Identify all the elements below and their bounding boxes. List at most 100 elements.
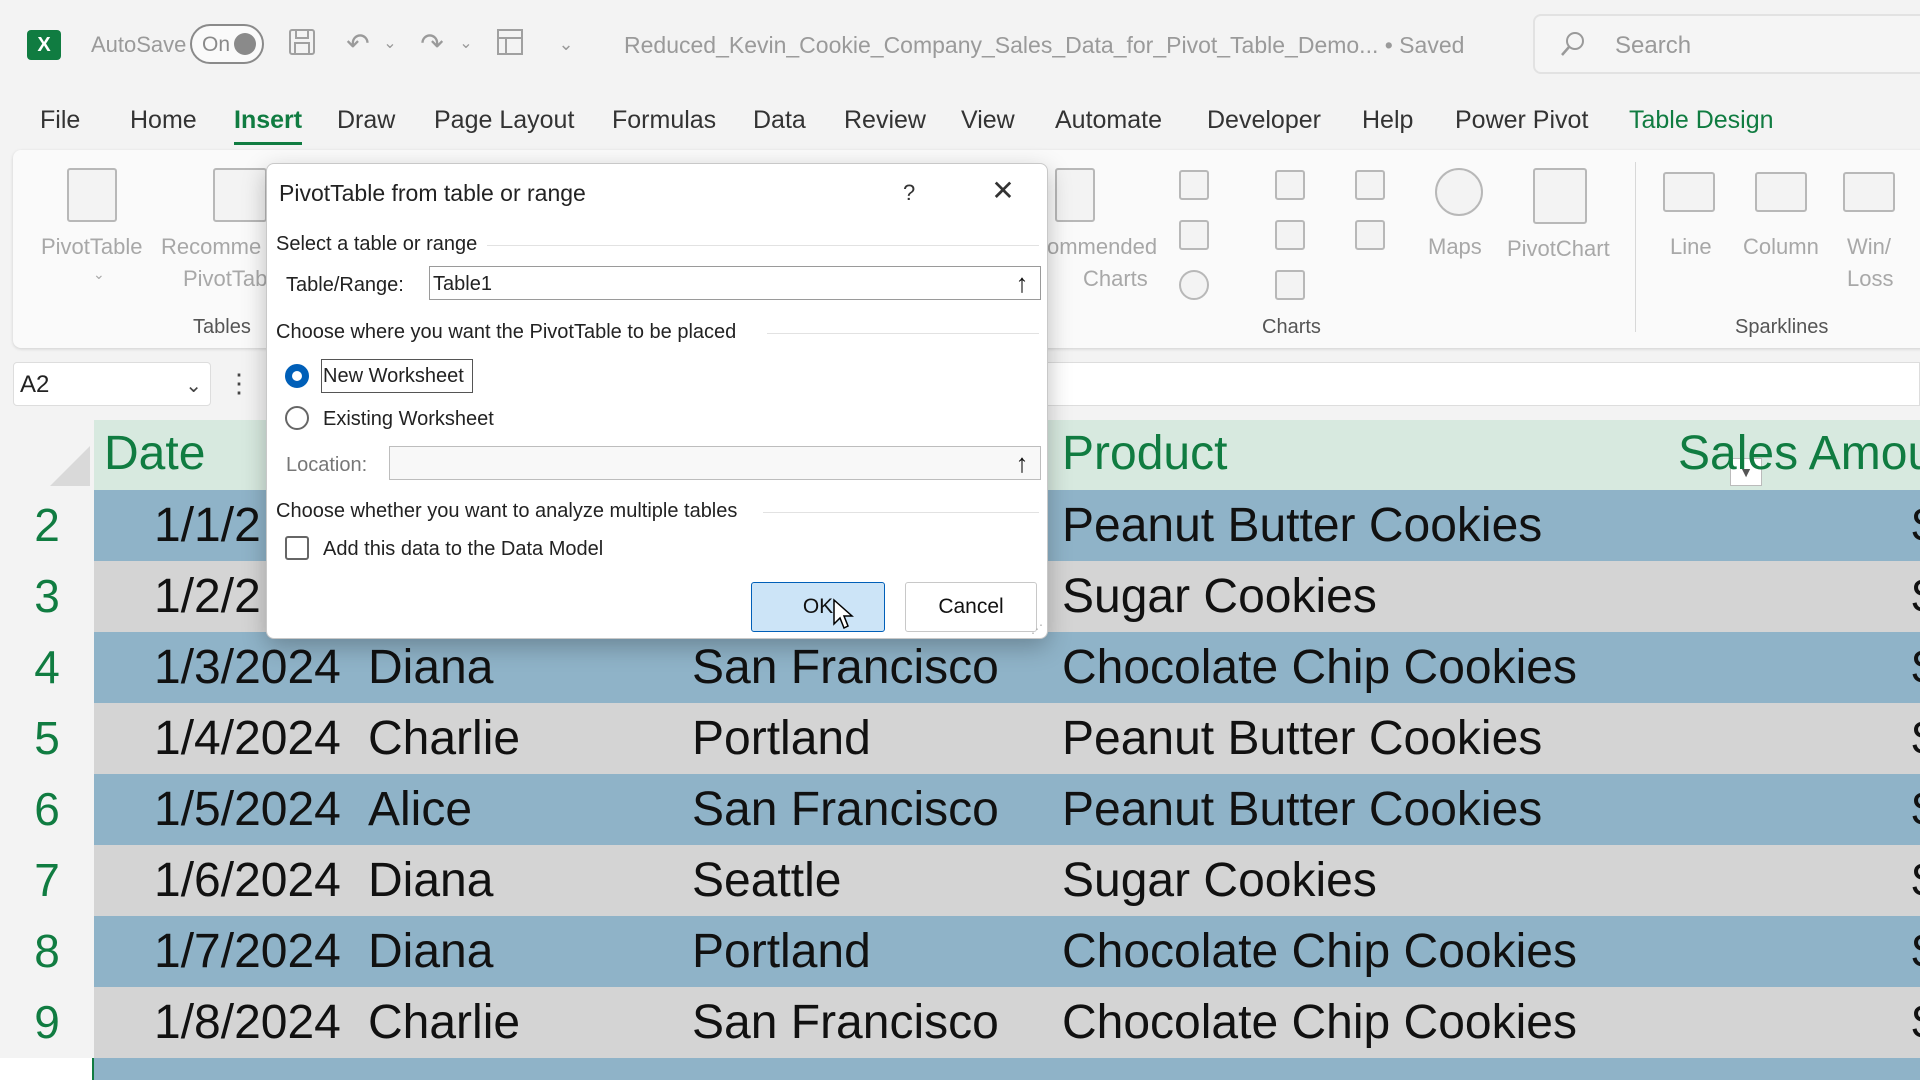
cell-product[interactable]: Peanut Butter Cookies (1062, 782, 1542, 837)
recommended-pivottables-label-2[interactable]: PivotTab (183, 266, 267, 292)
cell-city[interactable]: San Francisco (692, 640, 999, 695)
existing-worksheet-radio[interactable] (285, 406, 309, 430)
cell-name[interactable]: Diana (368, 640, 493, 695)
table-row[interactable]: 1/8/2024 Charlie San Francisco Chocolate… (94, 987, 1920, 1058)
pivottable-dropdown-icon[interactable]: ⌄ (93, 266, 105, 283)
form-icon[interactable] (492, 26, 528, 62)
header-product[interactable]: Product (1062, 426, 1227, 481)
customize-qat-icon[interactable]: ⌄ (548, 26, 584, 62)
cell-date[interactable]: 1/6/2024 (154, 853, 341, 908)
pivotchart-button[interactable]: PivotChart (1507, 236, 1610, 262)
data-model-label[interactable]: Add this data to the Data Model (323, 538, 603, 561)
table-row[interactable]: 1/5/2024 Alice San Francisco Peanut Butt… (94, 774, 1920, 845)
tab-view[interactable]: View (961, 106, 1015, 135)
row-header[interactable]: 9 (0, 987, 94, 1058)
pie-chart-icon[interactable] (1179, 270, 1209, 300)
ok-button[interactable]: OK (751, 582, 885, 632)
cell-sales-partial[interactable]: $ (1912, 640, 1920, 695)
cell-date[interactable]: 1/4/2024 (154, 711, 341, 766)
document-title[interactable]: Reduced_Kevin_Cookie_Company_Sales_Data_… (624, 32, 1464, 59)
sparkline-column-button[interactable]: Column (1743, 234, 1819, 260)
formula-input[interactable] (1040, 362, 1920, 406)
row-header[interactable]: 4 (0, 632, 94, 703)
cell-product[interactable]: Sugar Cookies (1062, 853, 1377, 908)
tab-home[interactable]: Home (130, 106, 197, 135)
cell-product[interactable]: Chocolate Chip Cookies (1062, 640, 1577, 695)
scatter-chart-icon[interactable] (1275, 270, 1305, 300)
cancel-button[interactable]: Cancel (905, 582, 1037, 632)
resize-grip-icon[interactable]: ⋰ (1031, 622, 1045, 636)
waterfall-chart-icon[interactable] (1355, 170, 1385, 200)
line-chart-icon[interactable] (1179, 220, 1209, 250)
data-model-checkbox[interactable] (285, 536, 309, 560)
cell-city[interactable]: San Francisco (692, 995, 999, 1050)
cell-product[interactable]: Chocolate Chip Cookies (1062, 995, 1577, 1050)
tab-draw[interactable]: Draw (337, 106, 395, 135)
cell-date[interactable]: 1/7/2024 (154, 924, 341, 979)
sparkline-winloss-label-2[interactable]: Loss (1847, 266, 1893, 292)
cell-product[interactable]: Sugar Cookies (1062, 569, 1377, 624)
cell-date[interactable]: 1/8/2024 (154, 995, 341, 1050)
select-all-corner[interactable] (0, 420, 94, 490)
tab-formulas[interactable]: Formulas (612, 106, 716, 135)
cell-date[interactable]: 1/2/2 (154, 569, 261, 624)
new-worksheet-label[interactable]: New Worksheet (323, 365, 464, 388)
new-worksheet-radio[interactable] (285, 364, 309, 388)
table-range-input[interactable]: Table1 ↑ (429, 266, 1041, 300)
table-row[interactable]: 1/3/2024 Diana San Francisco Chocolate C… (94, 632, 1920, 703)
tab-file[interactable]: File (40, 106, 80, 135)
table-row[interactable]: 1/7/2024 Diana Portland Chocolate Chip C… (94, 916, 1920, 987)
header-date[interactable]: Date (104, 426, 205, 481)
tab-page-layout[interactable]: Page Layout (434, 106, 574, 135)
collapse-dialog-icon[interactable]: ↑ (1008, 268, 1036, 298)
more-options-icon[interactable]: ⋮ (226, 368, 252, 399)
table-row[interactable]: 1/4/2024 Charlie Portland Peanut Butter … (94, 703, 1920, 774)
sparkline-winloss-label-1[interactable]: Win/ (1847, 234, 1891, 260)
statistic-chart-icon[interactable] (1275, 220, 1305, 250)
cell-sales-partial[interactable]: $ (1912, 995, 1920, 1050)
tab-insert[interactable]: Insert (234, 106, 303, 145)
row-header[interactable]: 3 (0, 561, 94, 632)
hierarchy-chart-icon[interactable] (1275, 170, 1305, 200)
recommended-charts-label-1[interactable]: ommended (1047, 234, 1157, 260)
cell-name[interactable]: Alice (368, 782, 472, 837)
close-icon[interactable]: ✕ (987, 176, 1019, 208)
location-input[interactable]: ↑ (389, 446, 1041, 480)
autosave-toggle[interactable]: On (190, 24, 264, 64)
cell-city[interactable]: San Francisco (692, 782, 999, 837)
cell-name[interactable]: Charlie (368, 995, 520, 1050)
cell-date[interactable]: 1/1/2 (154, 498, 261, 553)
undo-icon[interactable]: ↶ (340, 26, 376, 62)
cell-date[interactable]: 1/5/2024 (154, 782, 341, 837)
recommended-charts-label-2[interactable]: Charts (1083, 266, 1148, 292)
tab-help[interactable]: Help (1362, 106, 1413, 135)
redo-dropdown-icon[interactable]: ⌄ (448, 26, 484, 62)
chevron-down-icon[interactable]: ⌄ (185, 373, 202, 398)
combo-chart-icon[interactable] (1355, 220, 1385, 250)
cell-sales-partial[interactable]: $ (1912, 498, 1920, 553)
row-header[interactable]: 7 (0, 845, 94, 916)
row-header[interactable]: 2 (0, 490, 94, 561)
cell-product[interactable]: Peanut Butter Cookies (1062, 711, 1542, 766)
help-icon[interactable]: ? (903, 180, 915, 206)
header-sales-amount[interactable]: Sales Amou (1678, 426, 1920, 481)
search-box[interactable]: Search (1533, 14, 1920, 74)
save-icon[interactable] (284, 26, 320, 62)
name-box[interactable]: A2 ⌄ (13, 362, 211, 406)
row-header[interactable]: 6 (0, 774, 94, 845)
cell-sales-partial[interactable]: $ (1912, 782, 1920, 837)
tab-developer[interactable]: Developer (1207, 106, 1321, 135)
sparkline-line-button[interactable]: Line (1670, 234, 1712, 260)
cell-name[interactable]: Diana (368, 924, 493, 979)
cell-date[interactable]: 1/3/2024 (154, 640, 341, 695)
row-header[interactable]: 8 (0, 916, 94, 987)
cell-city[interactable]: Seattle (692, 853, 841, 908)
cell-name[interactable]: Diana (368, 853, 493, 908)
cell-product[interactable]: Chocolate Chip Cookies (1062, 924, 1577, 979)
cell-city[interactable]: Portland (692, 711, 871, 766)
row-header[interactable]: 5 (0, 703, 94, 774)
cell-product[interactable]: Peanut Butter Cookies (1062, 498, 1542, 553)
tab-data[interactable]: Data (753, 106, 806, 135)
tab-table-design[interactable]: Table Design (1629, 106, 1774, 135)
cell-sales-partial[interactable]: $ (1912, 711, 1920, 766)
